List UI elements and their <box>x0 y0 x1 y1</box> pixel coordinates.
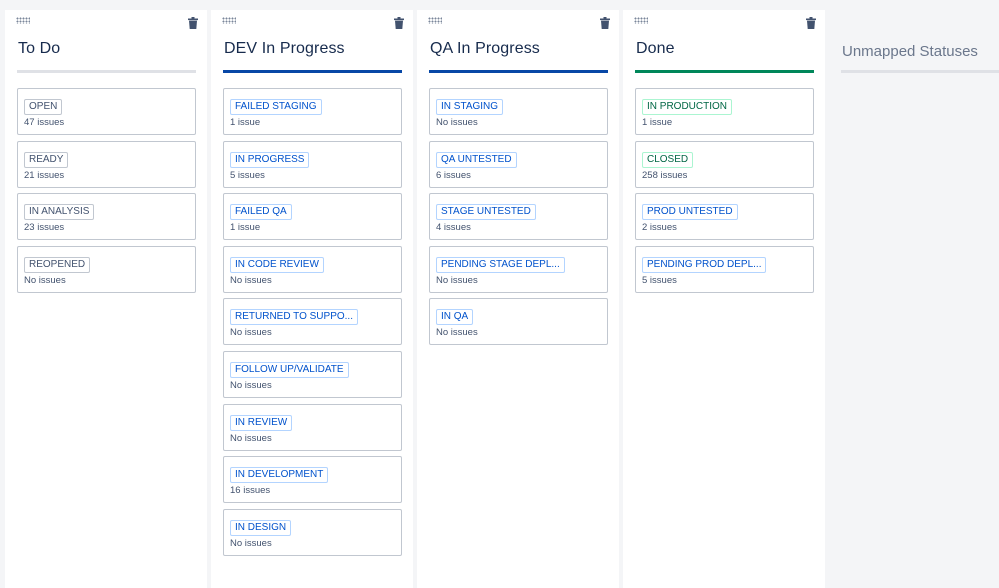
status-lozenge: FAILED STAGING <box>230 99 322 115</box>
column-title[interactable]: To Do <box>18 40 60 58</box>
status-card[interactable]: RETURNED TO SUPPO... No issues <box>223 298 402 346</box>
status-card[interactable]: IN ANALYSIS 23 issues <box>17 193 196 241</box>
issue-count: 1 issue <box>230 222 261 234</box>
issue-count: 1 issue <box>230 117 261 128</box>
column-qa-in-progress: QA In Progress IN STAGING No issues QA U… <box>417 10 619 588</box>
issue-count: 23 issues <box>24 222 65 234</box>
status-card[interactable]: OPEN 47 issues <box>17 88 196 135</box>
status-card[interactable]: IN REVIEW No issues <box>223 403 402 451</box>
status-list: OPEN 47 issues READY 21 issues IN ANALYS… <box>17 88 196 298</box>
column-title[interactable]: QA In Progress <box>430 40 540 58</box>
issue-count: No issues <box>436 274 478 286</box>
status-lozenge: IN CODE REVIEW <box>230 256 324 273</box>
status-lozenge: IN PRODUCTION <box>642 99 732 115</box>
column-title[interactable]: DEV In Progress <box>224 40 345 58</box>
trash-icon[interactable] <box>806 17 816 29</box>
issue-count: 258 issues <box>642 169 688 181</box>
status-lozenge: OPEN <box>24 99 63 115</box>
issue-count: 21 issues <box>24 169 65 181</box>
status-card[interactable]: IN PROGRESS 5 issues <box>223 140 402 188</box>
status-lozenge: PROD UNTESTED <box>642 204 738 221</box>
workflow-board: To Do OPEN 47 issues READY 21 issues IN … <box>0 0 999 588</box>
status-lozenge: STAGE UNTESTED <box>436 204 536 221</box>
issue-count: 2 issues <box>642 222 677 234</box>
status-lozenge: IN QA <box>436 309 474 326</box>
status-list: FAILED STAGING 1 issue IN PROGRESS 5 iss… <box>223 88 402 561</box>
status-card[interactable]: IN STAGING No issues <box>429 88 608 135</box>
status-lozenge: RETURNED TO SUPPO... <box>230 309 358 326</box>
issue-count: No issues <box>230 537 272 549</box>
trash-icon[interactable] <box>188 17 198 29</box>
status-card[interactable]: PENDING PROD DEPL... 5 issues <box>635 245 814 293</box>
column-dev-in-progress: DEV In Progress FAILED STAGING 1 issue I… <box>211 10 413 588</box>
issue-count: No issues <box>230 327 272 339</box>
status-lozenge: FAILED QA <box>230 204 292 221</box>
column-todo: To Do OPEN 47 issues READY 21 issues IN … <box>5 10 207 588</box>
status-lozenge: IN ANALYSIS <box>24 204 95 221</box>
drag-handle-icon[interactable] <box>634 17 648 24</box>
status-card[interactable]: FOLLOW UP/VALIDATE No issues <box>223 350 402 398</box>
status-list: IN STAGING No issues QA UNTESTED 6 issue… <box>429 88 608 351</box>
status-card[interactable]: IN DEVELOPMENT 16 issues <box>223 456 402 504</box>
status-lozenge: IN DESIGN <box>230 519 292 536</box>
trash-icon[interactable] <box>394 17 404 29</box>
issue-count: No issues <box>436 117 478 128</box>
issue-count: No issues <box>230 379 272 391</box>
status-card[interactable]: PROD UNTESTED 2 issues <box>635 193 814 241</box>
unmapped-statuses-title: Unmapped Statuses <box>842 43 978 60</box>
unmapped-statuses-column: Unmapped Statuses <box>829 10 999 588</box>
status-card[interactable]: PENDING STAGE DEPL... No issues <box>429 245 608 293</box>
status-card[interactable]: CLOSED 258 issues <box>635 140 814 188</box>
issue-count: 47 issues <box>24 117 65 128</box>
column-category-bar <box>429 70 608 73</box>
status-card[interactable]: IN CODE REVIEW No issues <box>223 245 402 293</box>
column-title[interactable]: Done <box>636 40 675 58</box>
status-lozenge: IN STAGING <box>436 99 504 115</box>
column-category-bar <box>17 70 196 73</box>
status-lozenge: PENDING PROD DEPL... <box>642 256 767 273</box>
issue-count: 16 issues <box>230 485 271 497</box>
drag-handle-icon[interactable] <box>428 17 442 24</box>
status-lozenge: FOLLOW UP/VALIDATE <box>230 361 349 378</box>
status-card[interactable]: IN QA No issues <box>429 298 608 346</box>
issue-count: 4 issues <box>436 222 471 234</box>
status-lozenge: CLOSED <box>642 151 694 168</box>
issue-count: No issues <box>24 274 66 286</box>
status-lozenge: REOPENED <box>24 256 91 273</box>
issue-count: 6 issues <box>436 169 471 181</box>
column-category-bar <box>635 70 814 73</box>
status-lozenge: IN PROGRESS <box>230 151 310 168</box>
status-card[interactable]: QA UNTESTED 6 issues <box>429 140 608 188</box>
status-card[interactable]: FAILED QA 1 issue <box>223 193 402 241</box>
status-card[interactable]: REOPENED No issues <box>17 245 196 293</box>
issue-count: No issues <box>436 327 478 339</box>
issue-count: 1 issue <box>642 117 673 128</box>
status-card[interactable]: READY 21 issues <box>17 140 196 188</box>
status-list: IN PRODUCTION 1 issue CLOSED 258 issues … <box>635 88 814 298</box>
column-category-bar <box>223 70 402 73</box>
drag-handle-icon[interactable] <box>222 17 236 24</box>
status-card[interactable]: FAILED STAGING 1 issue <box>223 88 402 135</box>
status-lozenge: READY <box>24 151 69 168</box>
column-done: Done IN PRODUCTION 1 issue CLOSED 258 is… <box>623 10 825 588</box>
status-card[interactable]: IN DESIGN No issues <box>223 508 402 556</box>
status-lozenge: PENDING STAGE DEPL... <box>436 256 565 273</box>
trash-icon[interactable] <box>600 17 610 29</box>
status-lozenge: IN DEVELOPMENT <box>230 467 329 484</box>
issue-count: No issues <box>230 432 272 444</box>
issue-count: 5 issues <box>230 169 265 181</box>
issue-count: No issues <box>230 274 272 286</box>
status-card[interactable]: IN PRODUCTION 1 issue <box>635 88 814 135</box>
status-card[interactable]: STAGE UNTESTED 4 issues <box>429 193 608 241</box>
status-lozenge: IN REVIEW <box>230 414 293 431</box>
status-lozenge: QA UNTESTED <box>436 151 517 168</box>
unmapped-divider <box>841 70 999 73</box>
drag-handle-icon[interactable] <box>16 17 30 24</box>
issue-count: 5 issues <box>642 274 677 286</box>
